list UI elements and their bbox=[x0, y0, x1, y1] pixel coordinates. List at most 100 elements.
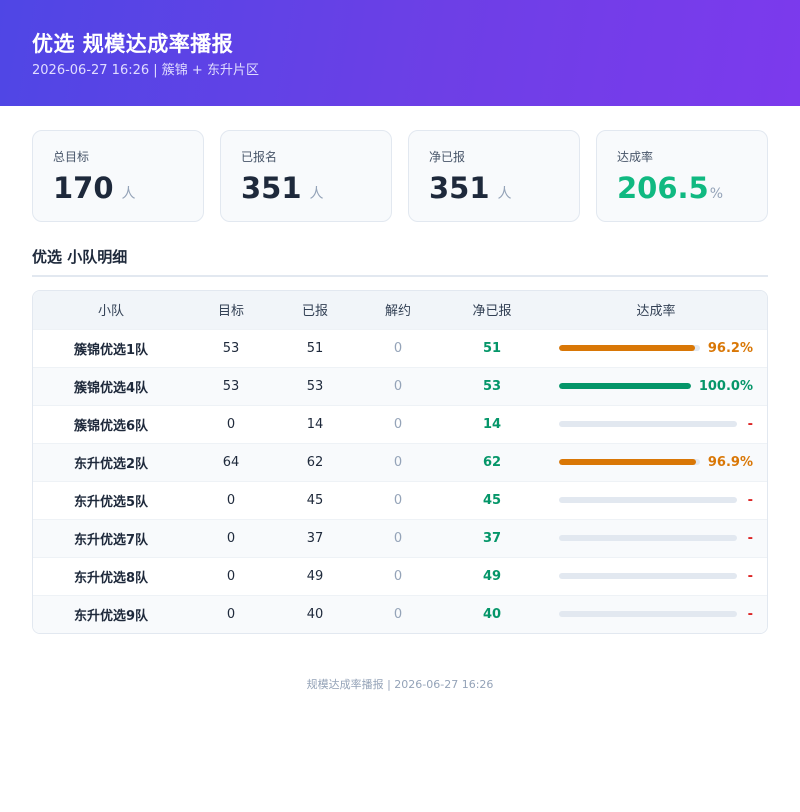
table-header-row: 小队 目标 已报 解约 净已报 达成率 bbox=[33, 291, 767, 329]
cell-net: 49 bbox=[482, 568, 502, 584]
card-unit: 人 bbox=[121, 186, 136, 202]
rate-progress-track bbox=[559, 497, 737, 503]
cell-reported: 51 bbox=[306, 340, 324, 356]
cell-rate: - bbox=[545, 481, 767, 519]
header-banner: 优选 规模达成率播报 2026-06-27 16:26 | 簇锦 + 东升片区 bbox=[0, 0, 800, 106]
card-unit: % bbox=[709, 186, 724, 202]
card-label: 净已报 bbox=[429, 150, 466, 164]
cell-team: 东升优选7队 bbox=[73, 532, 149, 548]
cell-rate: 100.0% bbox=[545, 367, 767, 405]
table-row: 东升优选9队 0 40 0 40 - bbox=[33, 595, 767, 633]
cell-cancelled: 0 bbox=[393, 492, 403, 508]
cell-cancelled: 0 bbox=[393, 378, 403, 394]
cell-target: 0 bbox=[226, 530, 236, 546]
cell-target: 0 bbox=[226, 606, 236, 622]
cell-reported: 14 bbox=[306, 416, 324, 432]
rate-progress-fill bbox=[559, 459, 696, 465]
cell-rate: - bbox=[545, 595, 767, 633]
rate-text: - bbox=[747, 492, 753, 508]
header-rate: 达成率 bbox=[636, 304, 676, 320]
rate-progress-track bbox=[559, 421, 737, 427]
card-label: 总目标 bbox=[53, 150, 90, 164]
team-table: 小队 目标 已报 解约 净已报 达成率 簇锦优选1队 53 51 0 51 96.2% 簇锦… bbox=[32, 290, 768, 634]
cell-rate: - bbox=[545, 519, 767, 557]
rate-progress-fill bbox=[559, 345, 695, 351]
cell-target: 0 bbox=[226, 492, 236, 508]
cell-cancelled: 0 bbox=[393, 340, 403, 356]
rate-text: - bbox=[747, 416, 753, 432]
card-registered: 已报名 351 人 bbox=[220, 130, 392, 222]
card-label: 已报名 bbox=[241, 150, 278, 164]
cell-net: 53 bbox=[482, 378, 502, 394]
card-total-target: 总目标 170 人 bbox=[32, 130, 204, 222]
cell-target: 64 bbox=[222, 454, 240, 470]
rate-progress-track bbox=[559, 383, 691, 389]
cell-rate: - bbox=[545, 557, 767, 595]
table-row: 簇锦优选6队 0 14 0 14 - bbox=[33, 405, 767, 443]
rate-progress-track bbox=[559, 535, 737, 541]
cell-cancelled: 0 bbox=[393, 454, 403, 470]
page-title: 优选 规模达成率播报 bbox=[32, 32, 234, 56]
card-value: 351 bbox=[241, 171, 302, 205]
cell-reported: 62 bbox=[306, 454, 324, 470]
card-value: 351 bbox=[429, 171, 490, 205]
card-label: 达成率 bbox=[617, 150, 654, 164]
cell-target: 53 bbox=[222, 378, 240, 394]
cell-cancelled: 0 bbox=[393, 416, 403, 432]
rate-text: 96.9% bbox=[707, 454, 753, 470]
rate-progress-track bbox=[559, 345, 700, 351]
cell-reported: 45 bbox=[306, 492, 324, 508]
table-row: 东升优选8队 0 49 0 49 - bbox=[33, 557, 767, 595]
cell-team: 簇锦优选1队 bbox=[73, 342, 149, 358]
table-row: 东升优选2队 64 62 0 62 96.9% bbox=[33, 443, 767, 481]
table-row: 东升优选7队 0 37 0 37 - bbox=[33, 519, 767, 557]
cell-cancelled: 0 bbox=[393, 530, 403, 546]
rate-progress-track bbox=[559, 459, 700, 465]
rate-progress-track bbox=[559, 611, 737, 618]
cell-reported: 37 bbox=[306, 530, 324, 546]
cell-net: 45 bbox=[482, 492, 502, 508]
header-reported: 已报 bbox=[301, 304, 328, 320]
cell-rate: 96.2% bbox=[545, 329, 767, 367]
cell-cancelled: 0 bbox=[393, 606, 403, 622]
cell-team: 簇锦优选4队 bbox=[73, 380, 149, 396]
cell-team: 东升优选9队 bbox=[73, 608, 149, 624]
cell-team: 东升优选2队 bbox=[73, 456, 149, 472]
card-value: 206.5 bbox=[617, 171, 709, 205]
header-cancelled: 解约 bbox=[384, 304, 411, 320]
table-row: 簇锦优选4队 53 53 0 53 100.0% bbox=[33, 367, 767, 405]
card-unit: 人 bbox=[497, 186, 512, 202]
rate-progress-fill bbox=[559, 383, 691, 389]
table-row: 簇锦优选1队 53 51 0 51 96.2% bbox=[33, 329, 767, 367]
rate-text: 100.0% bbox=[698, 378, 753, 394]
table-row: 东升优选5队 0 45 0 45 - bbox=[33, 481, 767, 519]
card-achievement-rate: 达成率 206.5 % bbox=[596, 130, 768, 222]
rate-text: - bbox=[747, 606, 753, 622]
summary-cards: 总目标 170 人 已报名 351 人 净已报 351 人 达成率 206.5 … bbox=[0, 106, 800, 222]
cell-net: 40 bbox=[482, 606, 502, 622]
card-net-registered: 净已报 351 人 bbox=[408, 130, 580, 222]
cell-target: 0 bbox=[226, 416, 236, 432]
header-target: 目标 bbox=[217, 304, 244, 320]
rate-text: 96.2% bbox=[707, 340, 753, 356]
section-title: 优选 小队明细 bbox=[32, 246, 768, 277]
cell-reported: 53 bbox=[306, 378, 324, 394]
cell-team: 东升优选5队 bbox=[73, 494, 149, 510]
rate-text: - bbox=[747, 530, 753, 546]
cell-net: 37 bbox=[482, 530, 502, 546]
cell-team: 东升优选8队 bbox=[73, 570, 149, 586]
cell-net: 14 bbox=[482, 416, 502, 432]
rate-text: - bbox=[747, 568, 753, 584]
rate-progress-track bbox=[559, 573, 737, 579]
cell-net: 62 bbox=[482, 454, 502, 470]
cell-reported: 49 bbox=[306, 568, 324, 584]
card-value: 170 bbox=[53, 171, 114, 205]
cell-target: 0 bbox=[226, 568, 236, 584]
footer-text: 规模达成率播报 | 2026-06-27 16:26 bbox=[306, 678, 494, 691]
header-team: 小队 bbox=[97, 304, 124, 320]
header-net: 净已报 bbox=[472, 304, 512, 320]
page-subtitle: 2026-06-27 16:26 | 簇锦 + 东升片区 bbox=[32, 63, 259, 78]
cell-net: 51 bbox=[482, 340, 502, 356]
cell-cancelled: 0 bbox=[393, 568, 403, 584]
cell-rate: - bbox=[545, 405, 767, 443]
